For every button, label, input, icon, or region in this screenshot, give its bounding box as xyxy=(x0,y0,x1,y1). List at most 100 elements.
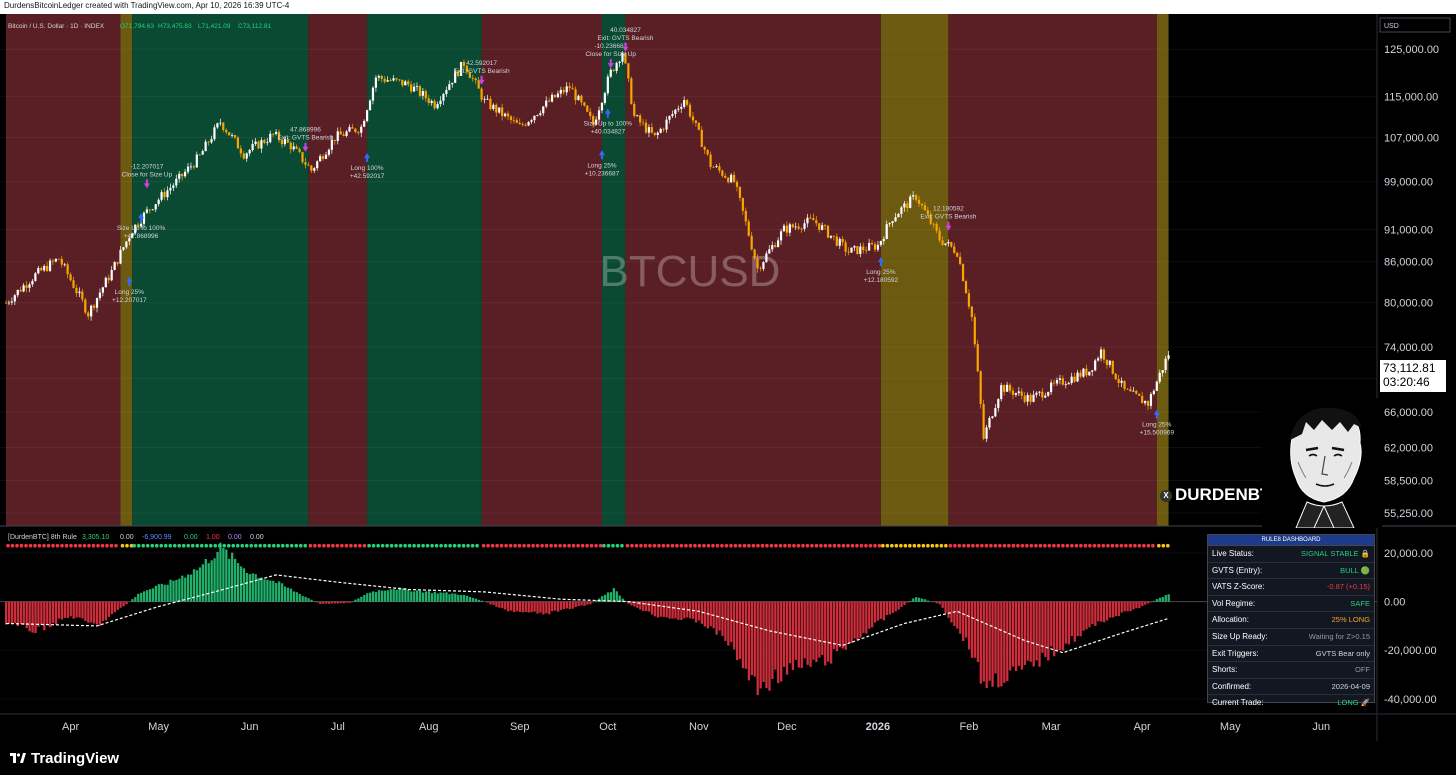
indicator-value: -6,900.99 xyxy=(142,534,172,541)
oscillator-tick-label: -20,000.00 xyxy=(1384,645,1437,657)
status-dot xyxy=(939,543,944,548)
status-dot xyxy=(801,543,805,548)
candle-down xyxy=(914,195,918,200)
candle-down xyxy=(917,199,921,204)
oscillator-bar-negative xyxy=(498,601,501,608)
status-dot xyxy=(78,543,82,548)
candle-up xyxy=(248,149,251,154)
candle-up xyxy=(183,171,187,177)
oscillator-bar-negative xyxy=(791,601,795,671)
oscillator-bar-negative xyxy=(46,601,49,625)
oscillator-bar-negative xyxy=(533,601,536,612)
candle-up xyxy=(254,141,257,145)
status-dot xyxy=(810,543,814,548)
candle-down xyxy=(785,225,789,233)
oscillator-bar-positive xyxy=(172,580,175,602)
dashboard-value: -0.87 (+0.15) xyxy=(1326,582,1370,592)
candle-up xyxy=(545,100,548,107)
dashboard-row: Exit Triggers: GVTS Bear only xyxy=(1208,646,1374,663)
oscillator-bar-positive xyxy=(430,593,433,602)
status-dot xyxy=(475,543,479,548)
candle-up xyxy=(412,86,416,92)
candle-up xyxy=(838,238,841,246)
candle-down xyxy=(462,61,466,66)
status-dot xyxy=(877,543,882,548)
oscillator-bar-negative xyxy=(730,601,733,643)
candle-up xyxy=(360,126,363,133)
dashboard-value: Waiting for Z>0.15 xyxy=(1308,631,1370,641)
status-dot xyxy=(930,543,935,548)
oscillator-bar-positive xyxy=(926,600,930,602)
candle-up xyxy=(794,226,797,228)
candle-up xyxy=(368,100,372,111)
status-dot xyxy=(461,543,466,548)
oscillator-bar-positive xyxy=(451,593,454,602)
status-dot xyxy=(855,543,859,548)
status-dot xyxy=(403,543,407,548)
oscillator-bar-negative xyxy=(1061,601,1065,651)
status-dot xyxy=(1038,543,1043,548)
status-dot xyxy=(562,543,567,548)
oscillator-bar-positive xyxy=(140,592,143,602)
regime-band-neutral xyxy=(120,14,133,526)
oscillator-tick-label: 0.00 xyxy=(1384,597,1405,609)
signal-label: Exit: GVTS Bearish xyxy=(920,214,976,221)
candle-up xyxy=(292,146,295,150)
status-dot xyxy=(46,543,51,548)
status-dot xyxy=(1079,543,1083,548)
oscillator-bar-positive xyxy=(169,579,172,602)
tradingview-logo[interactable]: TradingView xyxy=(10,750,119,767)
candle-up xyxy=(1097,358,1100,361)
oscillator-bar-positive xyxy=(184,577,187,602)
dashboard-key: Exit Triggers: xyxy=(1212,648,1259,658)
candle-down xyxy=(938,230,941,241)
oscillator-bar-negative xyxy=(339,601,342,604)
oscillator-bar-positive xyxy=(360,596,363,602)
status-dot xyxy=(163,543,168,548)
oscillator-bar-negative xyxy=(718,601,721,631)
status-dot xyxy=(6,543,10,548)
candle-down xyxy=(222,122,225,130)
candle-down xyxy=(823,225,827,227)
status-dot xyxy=(222,543,227,548)
candle-up xyxy=(779,231,783,241)
candle-down xyxy=(225,129,228,133)
oscillator-bar-negative xyxy=(1073,601,1076,642)
oscillator-bar-negative xyxy=(853,601,856,639)
oscillator-bar-negative xyxy=(113,601,116,613)
oscillator-bar-negative xyxy=(1135,601,1138,609)
oscillator-bar-negative xyxy=(57,601,61,619)
oscillator-bar-negative xyxy=(1132,601,1135,610)
oscillator-bar-negative xyxy=(1111,601,1115,618)
candle-up xyxy=(1014,393,1018,395)
oscillator-bar-positive xyxy=(401,588,404,602)
oscillator-bar-positive xyxy=(460,595,463,602)
candle-down xyxy=(477,80,480,89)
candle-down xyxy=(1029,394,1032,402)
dashboard-row: VATS Z-Score: -0.87 (+0.15) xyxy=(1208,579,1374,596)
time-axis[interactable]: Apr May Jun Jul Aug Sep Oct Nov Dec 2026 Feb Mar Apr… xyxy=(62,721,1330,733)
status-dot xyxy=(313,543,317,548)
oscillator-bar-negative xyxy=(322,601,325,604)
candle-up xyxy=(542,106,545,114)
candle-up xyxy=(1088,371,1091,376)
status-dot xyxy=(416,543,421,548)
oscillator-bar-negative xyxy=(829,601,833,664)
candle-down xyxy=(263,140,266,143)
candle-up xyxy=(991,416,994,418)
candle-down xyxy=(589,111,592,117)
status-dot xyxy=(466,543,470,548)
candle-down xyxy=(706,149,709,155)
status-dot xyxy=(425,543,430,548)
oscillator-bar-positive xyxy=(307,598,310,602)
candle-up xyxy=(22,285,25,292)
candle-up xyxy=(882,238,885,242)
oscillator-bar-negative xyxy=(750,601,753,676)
status-dot xyxy=(37,543,42,548)
status-dot xyxy=(249,543,254,548)
candle-down xyxy=(1011,390,1015,395)
candle-down xyxy=(57,258,60,260)
status-dot xyxy=(1002,543,1007,548)
regime-bands xyxy=(6,14,1169,526)
status-dot xyxy=(585,543,589,548)
